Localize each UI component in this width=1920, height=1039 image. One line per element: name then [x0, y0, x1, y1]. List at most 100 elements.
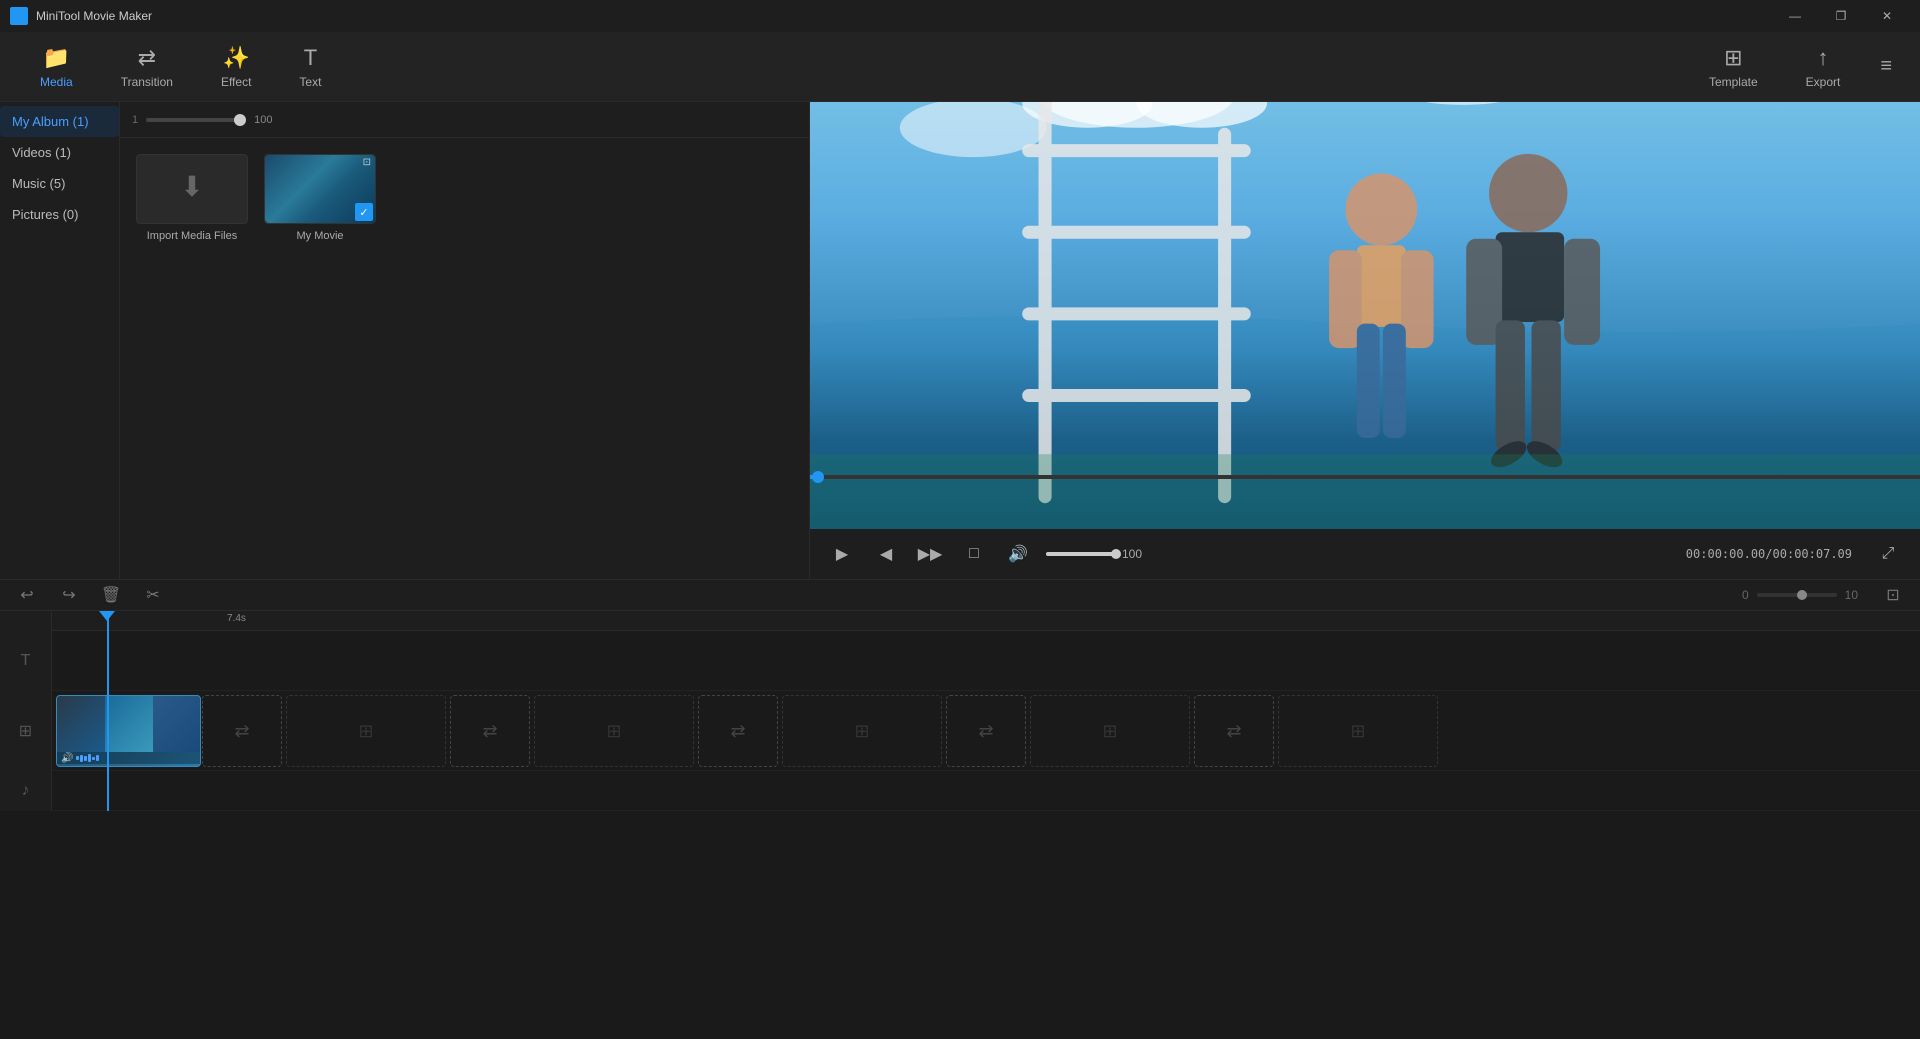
video-clip[interactable]: 🔊 — [56, 695, 201, 767]
import-thumb: ⬇ — [136, 154, 248, 224]
time-total: 00:00:07.09 — [1773, 547, 1852, 561]
wave-bar — [76, 756, 79, 760]
zoom-max-label: 10 — [1845, 588, 1858, 602]
timeline-toolbar: ↩ ↪ 🗑 ✂ 0 10 ⊡ — [0, 580, 1920, 611]
volume-value: 100 — [1122, 547, 1142, 561]
app-logo — [10, 7, 28, 25]
time-display: 00:00:00.00/00:00:07.09 — [1686, 547, 1852, 561]
text-track-row — [52, 631, 1920, 691]
zoom-control: 0 10 — [1742, 588, 1858, 602]
audio-waveform: 🔊 — [57, 752, 200, 764]
toolbar-right: ⊞ Template ↑ Export ≡ — [1689, 39, 1904, 95]
sidebar-item-videos[interactable]: Videos (1) — [0, 137, 119, 168]
wave-bar — [92, 757, 95, 760]
titlebar-left: MiniTool Movie Maker — [10, 7, 152, 25]
transition-slot-3[interactable]: ⇄ — [698, 695, 778, 767]
my-movie-item[interactable]: ⊡ ✓ My Movie — [264, 154, 376, 242]
playhead-line — [107, 611, 109, 811]
sidebar-item-music[interactable]: Music (5) — [0, 168, 119, 199]
template-label: Template — [1709, 75, 1758, 89]
my-movie-thumb: ⊡ ✓ — [264, 154, 376, 224]
toolbar-transition[interactable]: ⇄ Transition — [97, 39, 197, 95]
sidebar-item-my-album[interactable]: My Album (1) — [0, 106, 119, 137]
audio-track-label: ♪ — [0, 771, 51, 811]
empty-slot-1[interactable]: ⊞ — [286, 695, 446, 767]
audio-track-icon: ♪ — [22, 782, 30, 800]
export-label: Export — [1806, 75, 1841, 89]
delete-button[interactable]: 🗑 — [96, 580, 126, 610]
import-icon: ⬇ — [180, 170, 203, 203]
size-slider[interactable] — [146, 118, 246, 122]
volume-bar[interactable] — [1046, 552, 1116, 556]
titlebar-controls: — ❐ ✕ — [1772, 0, 1910, 32]
undo-button[interactable]: ↩ — [12, 580, 42, 610]
toolbar-media[interactable]: 📁 Media — [16, 39, 97, 95]
titlebar: MiniTool Movie Maker — ❐ ✕ — [0, 0, 1920, 32]
close-button[interactable]: ✕ — [1864, 0, 1910, 32]
video-track-icon: ⊞ — [19, 721, 32, 741]
preview-video — [810, 102, 1920, 529]
volume-fill — [1046, 552, 1116, 556]
export-icon: ↑ — [1817, 45, 1828, 71]
cut-button[interactable]: ✂ — [138, 580, 168, 610]
transition-slot-2[interactable]: ⇄ — [450, 695, 530, 767]
media-label: Media — [40, 75, 73, 89]
app-title: MiniTool Movie Maker — [36, 9, 152, 23]
timeline-tracks: 7.4s — [52, 611, 1920, 811]
toolbar-effect[interactable]: ✨ Effect — [197, 39, 275, 95]
effect-label: Effect — [221, 75, 251, 89]
slider-max-label: 100 — [254, 114, 272, 126]
toolbar: 📁 Media ⇄ Transition ✨ Effect T Text ⊞ T… — [0, 32, 1920, 102]
empty-slot-3[interactable]: ⊞ — [782, 695, 942, 767]
empty-slot-5[interactable]: ⊞ — [1278, 695, 1438, 767]
ruler-spacer — [0, 611, 51, 631]
transition-slot-4[interactable]: ⇄ — [946, 695, 1026, 767]
play-button[interactable]: ▶ — [826, 538, 858, 570]
scene-svg — [810, 102, 1920, 529]
sidebar: My Album (1) Videos (1) Music (5) Pictur… — [0, 102, 120, 579]
empty-slot-2[interactable]: ⊞ — [534, 695, 694, 767]
zoom-slider[interactable] — [1757, 593, 1837, 597]
wave-bar — [96, 755, 99, 761]
video-thumb-overlay: ⊡ — [363, 157, 371, 168]
redo-button[interactable]: ↪ — [54, 580, 84, 610]
playback-bar[interactable] — [810, 475, 1920, 479]
toolbar-text[interactable]: T Text — [275, 39, 345, 95]
timeline: ↩ ↪ 🗑 ✂ 0 10 ⊡ T ⊞ ♪ — [0, 579, 1920, 799]
text-label: Text — [299, 75, 321, 89]
fullscreen-button[interactable]: ⤢ — [1872, 538, 1904, 570]
template-icon: ⊞ — [1724, 45, 1742, 71]
next-frame-button[interactable]: ▶▶ — [914, 538, 946, 570]
timeline-body: T ⊞ ♪ 7.4s — [0, 611, 1920, 811]
volume-thumb — [1111, 549, 1121, 559]
clip-thumb-2 — [105, 696, 153, 752]
video-track-row: 🔊 ⇄ ⊞ ⇄ ⊞ — [52, 691, 1920, 771]
text-track-icon: T — [21, 652, 31, 670]
toolbar-export[interactable]: ↑ Export — [1786, 39, 1861, 95]
timeline-track-labels: T ⊞ ♪ — [0, 611, 52, 811]
time-marker-label: 7.4s — [227, 613, 246, 624]
restore-button[interactable]: ❐ — [1818, 0, 1864, 32]
hamburger-menu[interactable]: ≡ — [1868, 49, 1904, 84]
fit-button[interactable]: ⊡ — [1878, 580, 1908, 610]
media-toolbar: 1 100 — [120, 102, 809, 138]
main-area: My Album (1) Videos (1) Music (5) Pictur… — [0, 102, 1920, 579]
prev-frame-button[interactable]: ◀ — [870, 538, 902, 570]
import-media-item[interactable]: ⬇ Import Media Files — [136, 154, 248, 242]
toolbar-template[interactable]: ⊞ Template — [1689, 39, 1778, 95]
media-icon: 📁 — [43, 45, 70, 71]
stop-button[interactable]: □ — [958, 538, 990, 570]
empty-slot-4[interactable]: ⊞ — [1030, 695, 1190, 767]
timeline-ruler: 7.4s — [52, 611, 1920, 631]
minimize-button[interactable]: — — [1772, 0, 1818, 32]
zoom-min-label: 0 — [1742, 588, 1749, 602]
volume-slider-wrap: 100 — [1046, 547, 1142, 561]
sidebar-item-pictures[interactable]: Pictures (0) — [0, 199, 119, 230]
audio-icon: 🔊 — [61, 753, 73, 764]
media-check-icon: ✓ — [355, 203, 373, 221]
wave-bar — [88, 754, 91, 762]
transition-slot-5[interactable]: ⇄ — [1194, 695, 1274, 767]
transition-slot-1[interactable]: ⇄ — [202, 695, 282, 767]
volume-button[interactable]: 🔊 — [1002, 538, 1034, 570]
transition-icon: ⇄ — [138, 45, 156, 71]
